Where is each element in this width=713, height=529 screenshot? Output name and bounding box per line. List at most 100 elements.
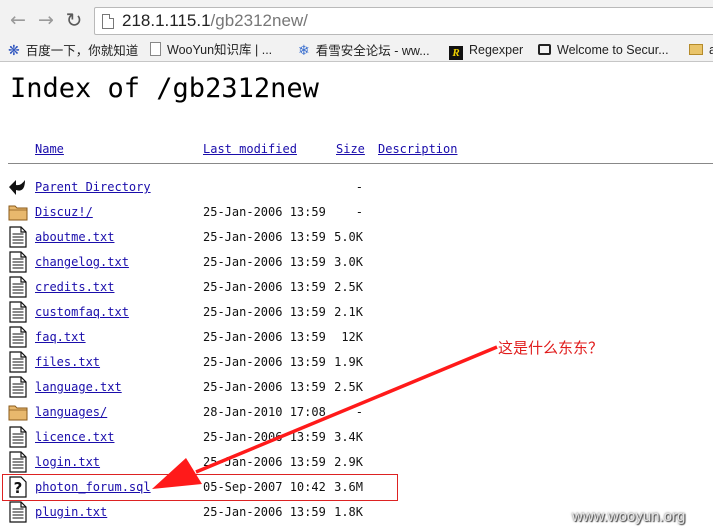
bookmark-welcome[interactable]: Welcome to Secur... xyxy=(538,41,669,59)
table-row: Discuz!/ 25-Jan-2006 13:59 - xyxy=(0,199,713,224)
text-file-icon xyxy=(8,451,28,473)
file-size: 1.9K xyxy=(334,355,363,369)
table-row: Parent Directory - xyxy=(0,174,713,199)
page-icon xyxy=(150,42,161,56)
file-modified: 25-Jan-2006 13:59 xyxy=(203,255,326,269)
url-path: /gb2312new/ xyxy=(210,11,308,30)
bookmark-label: 看雪安全论坛 - ww... xyxy=(315,44,430,58)
table-row: customfaq.txt 25-Jan-2006 13:59 2.1K xyxy=(0,299,713,324)
file-modified: 25-Jan-2006 13:59 xyxy=(203,205,326,219)
text-file-icon xyxy=(8,326,28,348)
table-row: faq.txt 25-Jan-2006 13:59 12K xyxy=(0,324,713,349)
column-header-size[interactable]: Size xyxy=(336,142,365,156)
text-file-icon xyxy=(8,226,28,248)
file-link[interactable]: language.txt xyxy=(35,380,122,394)
reload-icon[interactable]: ↻ xyxy=(64,9,84,31)
header-divider xyxy=(8,163,713,164)
column-header-last-modified[interactable]: Last modified xyxy=(203,142,297,156)
table-row: credits.txt 25-Jan-2006 13:59 2.5K xyxy=(0,274,713,299)
bookmark-label: Welcome to Secur... xyxy=(557,43,669,57)
url-text[interactable]: 218.1.115.1/gb2312new/ xyxy=(122,11,308,31)
table-row: login.txt 25-Jan-2006 13:59 2.9K xyxy=(0,449,713,474)
regexper-icon: R xyxy=(449,46,463,60)
text-file-icon xyxy=(8,251,28,273)
bookmark-wooyun[interactable]: WooYun知识库 | ... xyxy=(150,41,272,59)
tv-icon xyxy=(538,44,551,55)
bookmark-regexper[interactable]: R Regexper xyxy=(449,41,524,60)
file-link[interactable]: languages/ xyxy=(35,405,107,419)
table-row: aboutme.txt 25-Jan-2006 13:59 5.0K xyxy=(0,224,713,249)
baidu-paw-icon: ❋ xyxy=(8,42,20,58)
file-modified: 25-Jan-2006 13:59 xyxy=(203,380,326,394)
column-header-name[interactable]: Name xyxy=(35,142,64,156)
file-size: 2.1K xyxy=(334,305,363,319)
text-file-icon xyxy=(8,426,28,448)
file-size: 3.0K xyxy=(334,255,363,269)
file-size: 2.5K xyxy=(334,380,363,394)
file-modified: 25-Jan-2006 13:59 xyxy=(203,455,326,469)
bookmark-folder[interactable]: a xyxy=(689,41,713,59)
file-size: - xyxy=(355,205,363,219)
bookmark-label: 百度一下，你就知道 xyxy=(25,44,139,58)
bookmark-baidu[interactable]: ❋ 百度一下，你就知道 xyxy=(8,41,138,59)
file-modified: 25-Jan-2006 13:59 xyxy=(203,305,326,319)
bookmarks-bar: ❋ 百度一下，你就知道 WooYun知识库 | ... ❄ 看雪安全论坛 - ww.… xyxy=(0,38,713,62)
file-modified: 28-Jan-2010 17:08 xyxy=(203,405,326,419)
file-link[interactable]: files.txt xyxy=(35,355,100,369)
bookmark-label: a xyxy=(709,43,713,57)
file-link[interactable]: login.txt xyxy=(35,455,100,469)
text-file-icon xyxy=(8,351,28,373)
file-link[interactable]: credits.txt xyxy=(35,280,114,294)
highlight-box xyxy=(2,474,398,501)
file-modified: 25-Jan-2006 13:59 xyxy=(203,330,326,344)
text-file-icon xyxy=(8,376,28,398)
back-icon xyxy=(8,176,28,198)
file-size: - xyxy=(355,405,363,419)
bookmark-kanxue[interactable]: ❄ 看雪安全论坛 - ww... xyxy=(298,41,430,59)
page-icon xyxy=(102,14,114,29)
file-modified: 25-Jan-2006 13:59 xyxy=(203,355,326,369)
table-row: languages/28-Jan-2010 17:08 - xyxy=(0,399,713,424)
file-size: 3.4K xyxy=(334,430,363,444)
table-row: language.txt 25-Jan-2006 13:59 2.5K xyxy=(0,374,713,399)
watermark: www.wooyun.org xyxy=(572,508,686,525)
back-arrow-icon[interactable]: ← xyxy=(8,9,28,31)
file-modified: 25-Jan-2006 13:59 xyxy=(203,230,326,244)
file-modified: 25-Jan-2006 13:59 xyxy=(203,505,326,519)
folder-icon xyxy=(689,44,703,55)
address-bar[interactable]: 218.1.115.1/gb2312new/ xyxy=(94,7,713,35)
annotation-text: 这是什么东东？ xyxy=(498,339,604,357)
text-file-icon xyxy=(8,301,28,323)
file-size: 5.0K xyxy=(334,230,363,244)
file-link[interactable]: customfaq.txt xyxy=(35,305,129,319)
bookmark-label: Regexper xyxy=(469,43,524,57)
text-file-icon xyxy=(8,276,28,298)
file-size: 2.9K xyxy=(334,455,363,469)
url-host: 218.1.115.1 xyxy=(122,11,211,30)
folder-icon xyxy=(8,201,28,223)
file-modified: 25-Jan-2006 13:59 xyxy=(203,430,326,444)
file-size: 1.8K xyxy=(334,505,363,519)
file-size: - xyxy=(355,180,363,194)
forward-arrow-icon[interactable]: → xyxy=(36,9,56,31)
page-title: Index of /gb2312new xyxy=(10,73,319,104)
text-file-icon xyxy=(8,501,28,523)
snowflake-icon: ❄ xyxy=(298,42,310,58)
browser-toolbar: ← → ↻ 218.1.115.1/gb2312new/ xyxy=(0,0,713,38)
file-size: 2.5K xyxy=(334,280,363,294)
file-link[interactable]: licence.txt xyxy=(35,430,114,444)
column-header-description[interactable]: Description xyxy=(378,142,457,156)
table-row: files.txt 25-Jan-2006 13:59 1.9K xyxy=(0,349,713,374)
folder-icon xyxy=(8,401,28,423)
file-link[interactable]: faq.txt xyxy=(35,330,86,344)
file-modified: 25-Jan-2006 13:59 xyxy=(203,280,326,294)
table-row: licence.txt 25-Jan-2006 13:59 3.4K xyxy=(0,424,713,449)
file-link[interactable]: Parent Directory xyxy=(35,180,151,194)
file-size: 12K xyxy=(341,330,363,344)
file-link[interactable]: Discuz!/ xyxy=(35,205,93,219)
bookmark-label: WooYun知识库 | ... xyxy=(167,43,273,57)
file-link[interactable]: aboutme.txt xyxy=(35,230,114,244)
table-row: changelog.txt 25-Jan-2006 13:59 3.0K xyxy=(0,249,713,274)
file-link[interactable]: plugin.txt xyxy=(35,505,107,519)
file-link[interactable]: changelog.txt xyxy=(35,255,129,269)
